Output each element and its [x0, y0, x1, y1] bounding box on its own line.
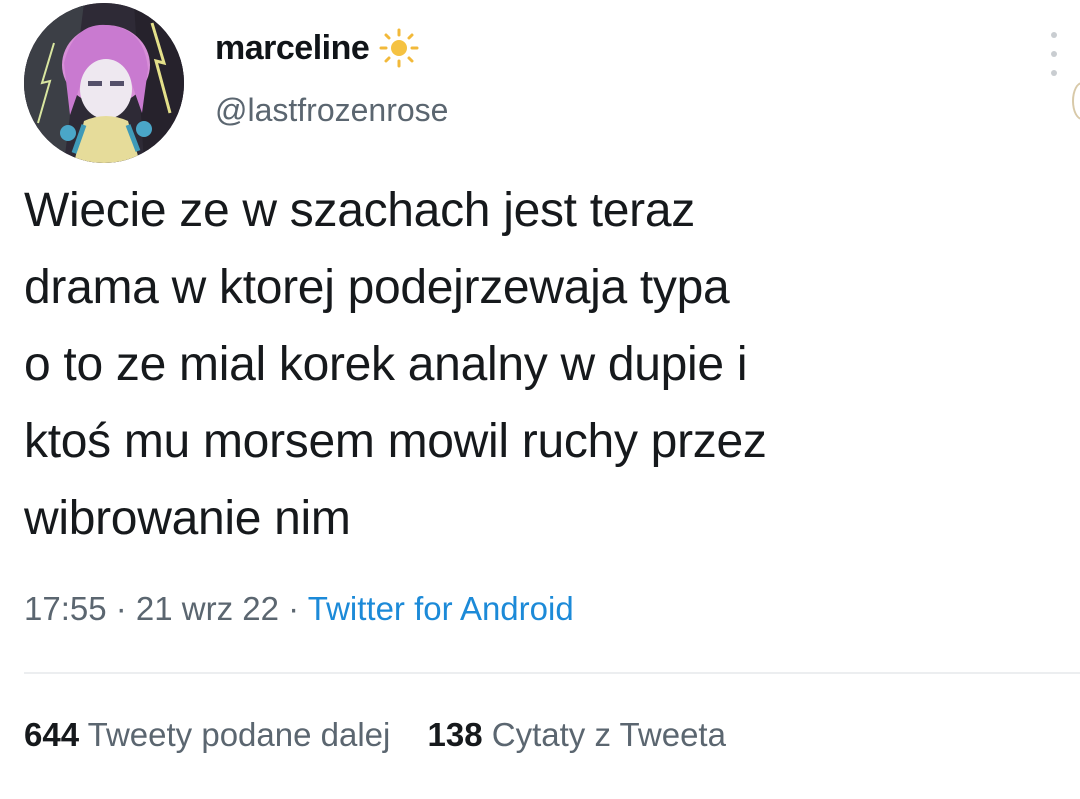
- sun-icon: [377, 26, 421, 70]
- edge-decoration: [1072, 82, 1080, 120]
- author-name[interactable]: marceline: [215, 26, 421, 70]
- tweet-date[interactable]: 21 wrz 22: [136, 590, 279, 627]
- tweet-stats: 644 Tweety podane dalej 138 Cytaty z Twe…: [24, 716, 726, 754]
- avatar[interactable]: [24, 3, 184, 163]
- tweet-text: Wiecie ze w szachach jest teraz drama w …: [24, 184, 767, 545]
- divider: [24, 672, 1080, 674]
- quotes-count: 138: [427, 716, 483, 753]
- quotes-stat[interactable]: 138 Cytaty z Tweeta: [428, 716, 726, 754]
- retweets-stat[interactable]: 644 Tweety podane dalej: [24, 716, 390, 754]
- quotes-label: Cytaty z Tweeta: [491, 716, 726, 753]
- tweet-source-link[interactable]: Twitter for Android: [308, 590, 574, 627]
- tweet-meta: 17:55 · 21 wrz 22 · Twitter for Android: [24, 590, 574, 628]
- retweets-count: 644: [24, 716, 80, 753]
- more-options-icon[interactable]: [1044, 32, 1064, 76]
- author-handle[interactable]: @lastfrozenrose: [215, 92, 448, 129]
- meta-separator: ·: [279, 590, 308, 627]
- meta-separator: ·: [106, 590, 136, 627]
- retweets-label: Tweety podane dalej: [87, 716, 391, 753]
- tweet-time[interactable]: 17:55: [24, 590, 107, 627]
- display-name[interactable]: marceline: [215, 29, 370, 68]
